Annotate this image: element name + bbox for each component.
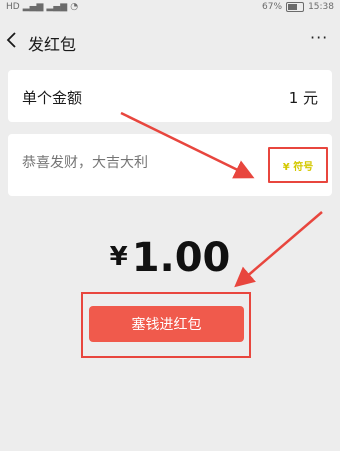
back-icon[interactable] [4, 30, 20, 50]
amount-row[interactable]: 单个金额 1 元 [8, 70, 332, 122]
annotation-arrows [120, 111, 323, 288]
status-bar: HD ▂▄▆ ▂▄▆ ◔ 67% 15:38 [0, 0, 340, 16]
battery-icon [286, 2, 305, 12]
emoji-button[interactable]: ¥ 符号 [268, 147, 328, 183]
signal-icon: ▂▄▆ [22, 2, 44, 12]
signal-icon-2: ▂▄▆ [46, 2, 68, 12]
wifi-icon: ◔ [70, 2, 79, 12]
navigation-bar: 发红包 ··· [0, 22, 340, 58]
amount-value[interactable]: 1 元 [289, 87, 318, 108]
total-value: 1.00 [131, 235, 231, 281]
total-currency: ¥ [109, 242, 128, 272]
status-left: HD ▂▄▆ ▂▄▆ ◔ [6, 2, 78, 12]
blessing-input[interactable] [22, 155, 252, 171]
emoji-label: ¥ 符号 [282, 161, 314, 173]
total-amount: ¥1.00 [0, 235, 340, 281]
send-button[interactable]: 塞钱进红包 [89, 306, 244, 342]
status-right: 67% 15:38 [262, 2, 334, 12]
clock: 15:38 [308, 2, 334, 12]
blessing-row[interactable]: ¥ 符号 [8, 134, 332, 196]
more-icon[interactable]: ··· [310, 28, 334, 48]
amount-label: 单个金额 [22, 89, 83, 107]
hd-badge: HD [6, 2, 20, 12]
battery-percent: 67% [262, 2, 283, 12]
page-title: 发红包 [28, 35, 77, 54]
